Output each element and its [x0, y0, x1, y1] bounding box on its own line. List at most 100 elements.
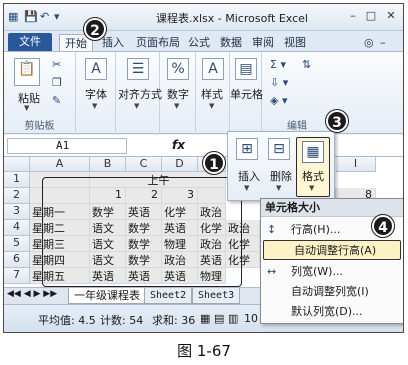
fx-icon[interactable]: fx [172, 138, 185, 152]
alignment-dropdown-icon[interactable]: ▼ [134, 102, 139, 110]
row-header[interactable]: 4 [4, 220, 30, 236]
delete-cells-icon[interactable]: ⊟ [268, 138, 290, 160]
cell[interactable]: 星期四 [30, 252, 90, 268]
cell[interactable]: 物理 [162, 236, 198, 252]
row-header[interactable]: 5 [4, 236, 30, 252]
cut-icon[interactable]: ✂ [52, 58, 61, 71]
name-box[interactable]: A1 [7, 138, 127, 154]
paste-dropdown-icon[interactable]: ▼ [24, 104, 29, 112]
menu-item-autofit-column-width[interactable]: 自动调整列宽(I) [261, 282, 403, 302]
close-button[interactable]: ✕ [382, 8, 400, 24]
cell[interactable]: 政治 [198, 236, 226, 252]
tab-review[interactable]: 审阅 [248, 34, 278, 51]
format-button[interactable]: ▦ 格式 ▼ [296, 137, 330, 197]
cell[interactable] [30, 188, 90, 204]
tab-file[interactable]: 文件 [8, 33, 52, 51]
cell[interactable]: 2 [126, 188, 162, 204]
select-all-corner[interactable] [4, 157, 30, 172]
paste-icon[interactable]: 📋 [14, 58, 40, 86]
menu-item-column-width[interactable]: ↔ 列宽(W)... [261, 262, 403, 282]
zoom-level[interactable]: 10 [244, 312, 258, 325]
menu-item-default-width[interactable]: 默认列宽(D)... [261, 302, 403, 322]
qa-dropdown-icon[interactable]: ▾ [54, 10, 60, 23]
column-header-a[interactable]: A [30, 157, 90, 172]
cell[interactable]: 化学 [226, 236, 260, 252]
cell[interactable]: 数学 [126, 220, 162, 236]
cell[interactable]: 英语 [90, 268, 126, 284]
row-header[interactable]: 7 [4, 268, 30, 284]
cell[interactable]: 语文 [90, 252, 126, 268]
cell[interactable]: 星期一 [30, 204, 90, 220]
cell[interactable]: 政治 [162, 252, 198, 268]
sort-filter-icon[interactable]: ⇅ [302, 58, 311, 71]
insert-dropdown-icon[interactable]: ▼ [244, 184, 249, 192]
cell[interactable]: 政治 [226, 220, 260, 236]
tab-data[interactable]: 数据 [216, 34, 246, 51]
cell[interactable]: 数学 [90, 204, 126, 220]
styles-icon[interactable]: A [202, 58, 224, 80]
help-icon[interactable]: ◎ [360, 34, 378, 51]
percent-icon[interactable]: % [167, 58, 189, 80]
cells-icon[interactable]: ▤ [235, 58, 257, 80]
cell[interactable]: 数学 [126, 252, 162, 268]
autosum-icon[interactable]: Σ ▾ [270, 58, 286, 71]
delete-dropdown-icon[interactable]: ▼ [276, 184, 281, 192]
cell[interactable]: 3 [162, 188, 198, 204]
cell[interactable]: 英语 [198, 252, 226, 268]
font-icon[interactable]: A [85, 58, 107, 80]
cell[interactable]: 英语 [126, 268, 162, 284]
view-layout-icon[interactable]: ▤ [214, 312, 224, 325]
cell[interactable]: 英语 [126, 204, 162, 220]
font-dropdown-icon[interactable]: ▼ [92, 102, 97, 110]
view-pagebreak-icon[interactable]: ▥ [228, 312, 238, 325]
fill-icon[interactable]: ⇩ ▾ [270, 76, 288, 89]
insert-cells-label[interactable]: 插入 [238, 168, 260, 184]
cell[interactable]: 物理 [198, 268, 226, 284]
alignment-icon[interactable]: ☰ [127, 58, 149, 80]
cell[interactable]: 英语 [162, 220, 198, 236]
minimize-button[interactable]: – [344, 8, 362, 24]
menu-item-autofit-row-height[interactable]: 自动调整行高(A) [263, 240, 401, 260]
cell[interactable]: 语文 [90, 220, 126, 236]
column-header-c[interactable]: C [126, 157, 162, 172]
tab-formulas[interactable]: 公式 [184, 34, 214, 51]
cell[interactable] [30, 172, 90, 188]
cell[interactable]: 政治 [198, 204, 226, 220]
cell[interactable] [198, 188, 226, 204]
cell[interactable]: 化学 [198, 220, 226, 236]
cell[interactable]: 1 [90, 188, 126, 204]
cell[interactable]: 数学 [126, 236, 162, 252]
sheet-tab-active[interactable]: 一年级课程表 [68, 288, 146, 304]
column-header-b[interactable]: B [90, 157, 126, 172]
maximize-button[interactable]: □ [362, 8, 380, 24]
sheet-tab[interactable]: Sheet3 [192, 288, 241, 304]
insert-cells-icon[interactable]: ⊞ [236, 138, 258, 160]
clear-icon[interactable]: ◈ ▾ [270, 94, 287, 107]
number-dropdown-icon[interactable]: ▼ [174, 102, 179, 110]
sheet-tab[interactable]: Sheet2 [144, 288, 193, 304]
cell[interactable]: 化学 [162, 204, 198, 220]
row-header[interactable]: 3 [4, 204, 30, 220]
column-header-i[interactable]: I [336, 157, 376, 172]
column-header-d[interactable]: D [162, 157, 198, 172]
cell[interactable]: 英语 [162, 268, 198, 284]
tab-view[interactable]: 视图 [280, 34, 310, 51]
cell[interactable]: 星期五 [30, 268, 90, 284]
cell[interactable]: 星期三 [30, 236, 90, 252]
ribbon-minimize-icon[interactable]: – [376, 34, 390, 51]
save-icon[interactable]: 💾 [24, 10, 38, 23]
cell[interactable]: 语文 [90, 236, 126, 252]
tab-page-layout[interactable]: 页面布局 [132, 34, 184, 51]
cell[interactable]: 星期二 [30, 220, 90, 236]
copy-icon[interactable]: ❐ [52, 76, 62, 89]
format-painter-icon[interactable]: ✎ [52, 94, 61, 107]
row-header[interactable]: 6 [4, 252, 30, 268]
view-normal-icon[interactable]: ▦ [200, 312, 210, 325]
merged-header-cell[interactable]: 上午 [90, 172, 226, 188]
row-header[interactable]: 1 [4, 172, 30, 188]
styles-dropdown-icon[interactable]: ▼ [209, 102, 214, 110]
undo-icon[interactable]: ↶ [40, 10, 49, 23]
cell[interactable]: 化学 [226, 252, 260, 268]
sheet-nav-icons[interactable]: ◀◀ ◀ ▶ ▶▶ [7, 289, 57, 299]
row-header[interactable]: 2 [4, 188, 30, 204]
